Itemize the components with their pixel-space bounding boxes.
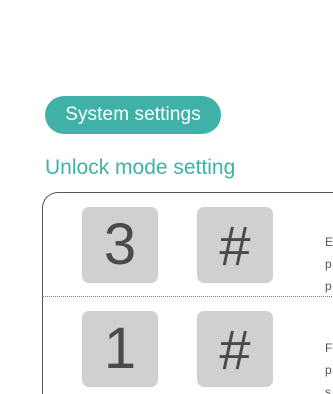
key-1: 1 xyxy=(82,311,158,387)
desc-line: F xyxy=(325,341,333,355)
key-label: 1 xyxy=(103,316,137,381)
key-hash: # xyxy=(197,207,273,283)
key-3: 3 xyxy=(82,207,158,283)
desc-line: E xyxy=(325,235,333,249)
row-description: F p s xyxy=(325,337,333,394)
section-title: Unlock mode setting xyxy=(45,156,236,179)
desc-line: p xyxy=(325,257,332,271)
desc-line: s xyxy=(325,385,331,394)
key-label: 3 xyxy=(103,212,137,277)
row-description: E p p xyxy=(325,231,333,297)
system-settings-badge: System settings xyxy=(45,96,221,134)
manual-page: System settings Unlock mode setting 3 # … xyxy=(0,0,333,394)
desc-line: p xyxy=(325,279,332,293)
key-hash: # xyxy=(197,311,273,387)
key-label: # xyxy=(219,214,251,277)
key-label: # xyxy=(219,318,251,381)
row-divider xyxy=(42,296,333,297)
desc-line: p xyxy=(325,363,332,377)
